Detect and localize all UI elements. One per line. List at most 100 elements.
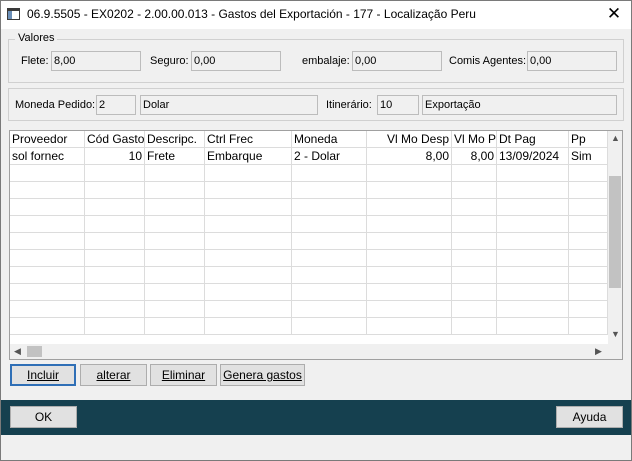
empty-cell[interactable] — [85, 250, 145, 267]
empty-cell[interactable] — [85, 182, 145, 199]
table-cell[interactable]: Embarque — [205, 148, 292, 165]
empty-cell[interactable] — [367, 199, 452, 216]
eliminar-button[interactable]: Eliminar — [150, 364, 217, 386]
horizontal-scrollbar[interactable]: ◀ ▶ — [10, 344, 608, 359]
empty-cell[interactable] — [292, 267, 367, 284]
empty-cell[interactable] — [85, 199, 145, 216]
empty-cell[interactable] — [10, 216, 85, 233]
empty-cell[interactable] — [497, 199, 569, 216]
empty-cell[interactable] — [367, 284, 452, 301]
column-header[interactable]: Proveedor — [10, 131, 85, 148]
empty-cell[interactable] — [145, 301, 205, 318]
empty-cell[interactable] — [292, 301, 367, 318]
empty-cell[interactable] — [205, 301, 292, 318]
table-cell[interactable]: Frete — [145, 148, 205, 165]
empty-cell[interactable] — [10, 233, 85, 250]
empty-cell[interactable] — [367, 165, 452, 182]
column-header[interactable]: Cód Gasto — [85, 131, 145, 148]
empty-cell[interactable] — [205, 250, 292, 267]
table-cell[interactable]: 13/09/2024 — [497, 148, 569, 165]
ayuda-button[interactable]: Ayuda — [556, 406, 623, 428]
itinerario-code-field[interactable]: 10 — [377, 95, 419, 115]
empty-cell[interactable] — [367, 318, 452, 335]
empty-cell[interactable] — [497, 182, 569, 199]
empty-cell[interactable] — [205, 165, 292, 182]
empty-cell[interactable] — [292, 165, 367, 182]
vertical-scroll-thumb[interactable] — [609, 176, 621, 288]
column-header[interactable]: Vl Mo Ped — [452, 131, 497, 148]
empty-cell[interactable] — [145, 216, 205, 233]
empty-cell[interactable] — [145, 199, 205, 216]
column-header[interactable]: Moneda — [292, 131, 367, 148]
empty-cell[interactable] — [85, 233, 145, 250]
table-cell[interactable]: 8,00 — [367, 148, 452, 165]
empty-cell[interactable] — [85, 318, 145, 335]
moneda-pedido-code-field[interactable]: 2 — [96, 95, 136, 115]
empty-cell[interactable] — [569, 182, 608, 199]
empty-cell[interactable] — [497, 301, 569, 318]
genera-gastos-button[interactable]: Genera gastos — [220, 364, 305, 386]
empty-cell[interactable] — [145, 233, 205, 250]
table-cell[interactable]: sol fornec — [10, 148, 85, 165]
comis-agentes-field[interactable]: 0,00 — [527, 51, 617, 71]
empty-cell[interactable] — [497, 250, 569, 267]
empty-cell[interactable] — [569, 233, 608, 250]
alterar-button[interactable]: alterar — [80, 364, 147, 386]
empty-cell[interactable] — [292, 284, 367, 301]
column-header[interactable]: Dt Pag — [497, 131, 569, 148]
empty-cell[interactable] — [85, 165, 145, 182]
empty-cell[interactable] — [497, 318, 569, 335]
empty-cell[interactable] — [452, 301, 497, 318]
empty-cell[interactable] — [292, 250, 367, 267]
empty-cell[interactable] — [205, 216, 292, 233]
empty-cell[interactable] — [10, 165, 85, 182]
empty-cell[interactable] — [205, 318, 292, 335]
empty-cell[interactable] — [10, 267, 85, 284]
scroll-down-icon[interactable]: ▼ — [608, 327, 622, 342]
table-cell[interactable]: 10 — [85, 148, 145, 165]
close-icon[interactable]: ✕ — [599, 2, 629, 26]
empty-cell[interactable] — [10, 318, 85, 335]
gastos-grid[interactable]: Sim 13/09/2024 8,00 8,00 2 - Dolar Embarque Fr… — [9, 130, 623, 360]
table-cell[interactable]: Sim — [569, 148, 608, 165]
flete-field[interactable]: 8,00 — [51, 51, 141, 71]
empty-cell[interactable] — [367, 182, 452, 199]
embalaje-field[interactable]: 0,00 — [352, 51, 442, 71]
column-header[interactable]: Pp — [569, 131, 608, 148]
seguro-field[interactable]: 0,00 — [191, 51, 281, 71]
empty-cell[interactable] — [452, 216, 497, 233]
empty-cell[interactable] — [205, 284, 292, 301]
empty-cell[interactable] — [205, 233, 292, 250]
column-header[interactable]: Ctrl Frec — [205, 131, 292, 148]
empty-cell[interactable] — [85, 216, 145, 233]
empty-cell[interactable] — [367, 216, 452, 233]
empty-cell[interactable] — [497, 216, 569, 233]
empty-cell[interactable] — [85, 301, 145, 318]
empty-cell[interactable] — [145, 182, 205, 199]
empty-cell[interactable] — [569, 301, 608, 318]
empty-cell[interactable] — [452, 318, 497, 335]
empty-cell[interactable] — [569, 165, 608, 182]
empty-cell[interactable] — [569, 318, 608, 335]
empty-cell[interactable] — [497, 233, 569, 250]
empty-cell[interactable] — [85, 284, 145, 301]
empty-cell[interactable] — [367, 267, 452, 284]
empty-cell[interactable] — [497, 284, 569, 301]
empty-cell[interactable] — [569, 250, 608, 267]
empty-cell[interactable] — [569, 199, 608, 216]
ok-button[interactable]: OK — [10, 406, 77, 428]
column-header[interactable]: Vl Mo Desp — [367, 131, 452, 148]
empty-cell[interactable] — [367, 250, 452, 267]
empty-cell[interactable] — [292, 233, 367, 250]
empty-cell[interactable] — [569, 216, 608, 233]
incluir-button[interactable]: Incluir — [10, 364, 76, 386]
empty-cell[interactable] — [205, 182, 292, 199]
empty-cell[interactable] — [292, 199, 367, 216]
table-cell[interactable]: 2 - Dolar — [292, 148, 367, 165]
empty-cell[interactable] — [205, 199, 292, 216]
empty-cell[interactable] — [452, 267, 497, 284]
scroll-right-icon[interactable]: ▶ — [591, 344, 606, 359]
empty-cell[interactable] — [292, 216, 367, 233]
empty-cell[interactable] — [145, 250, 205, 267]
empty-cell[interactable] — [145, 318, 205, 335]
